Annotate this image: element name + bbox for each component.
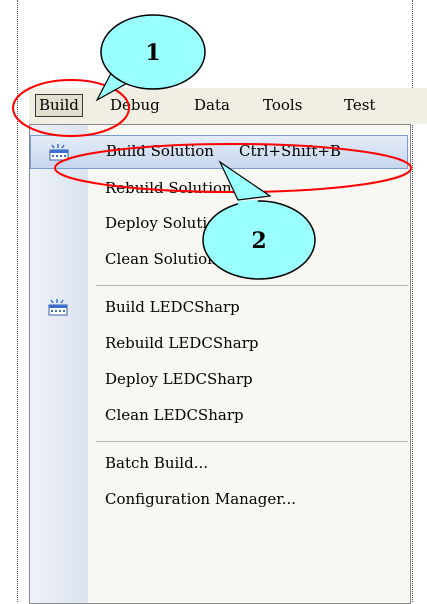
callout-1-label: 1 [145, 40, 160, 66]
callout-2-label: 2 [251, 228, 266, 254]
annotation-overlay: 1 2 [12, 14, 412, 280]
callout-2-pointer [218, 160, 272, 201]
